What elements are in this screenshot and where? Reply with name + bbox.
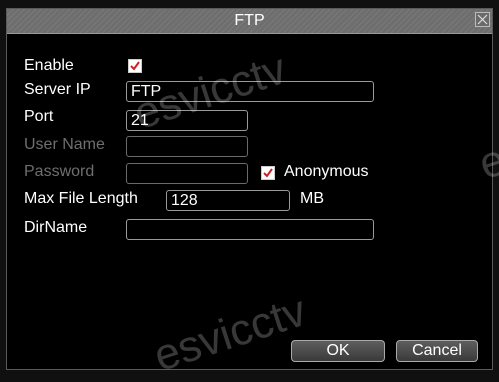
close-button[interactable] bbox=[475, 12, 490, 27]
server-ip-label: Server IP bbox=[24, 81, 91, 98]
anonymous-checkbox[interactable] bbox=[261, 166, 275, 180]
dialog-title: FTP bbox=[234, 12, 265, 29]
server-ip-input[interactable]: FTP bbox=[126, 81, 374, 102]
title-bar: FTP bbox=[7, 9, 492, 34]
cancel-button[interactable]: Cancel bbox=[396, 340, 478, 362]
ok-button[interactable]: OK bbox=[291, 340, 385, 362]
dirname-input[interactable] bbox=[126, 219, 374, 240]
max-file-length-label: Max File Length bbox=[24, 190, 138, 207]
watermark: esvicctv bbox=[473, 94, 499, 190]
max-file-length-unit: MB bbox=[300, 190, 324, 207]
enable-label: Enable bbox=[24, 57, 74, 74]
port-input[interactable]: 21 bbox=[126, 110, 248, 131]
dirname-label: DirName bbox=[24, 219, 88, 236]
enable-checkbox[interactable] bbox=[128, 59, 142, 73]
checkmark-icon bbox=[263, 168, 273, 178]
user-name-input[interactable] bbox=[126, 136, 248, 157]
close-icon bbox=[477, 14, 488, 25]
user-name-label: User Name bbox=[24, 136, 105, 153]
password-label: Password bbox=[24, 163, 95, 180]
anonymous-label: Anonymous bbox=[284, 163, 369, 180]
max-file-length-input[interactable]: 128 bbox=[166, 190, 290, 211]
ftp-dialog: FTP Enable Server IP FTP Port 21 User Na… bbox=[6, 8, 499, 381]
port-label: Port bbox=[24, 108, 54, 125]
password-input[interactable] bbox=[126, 163, 248, 184]
watermark: esvicctv bbox=[148, 286, 313, 382]
checkmark-icon bbox=[130, 61, 140, 71]
